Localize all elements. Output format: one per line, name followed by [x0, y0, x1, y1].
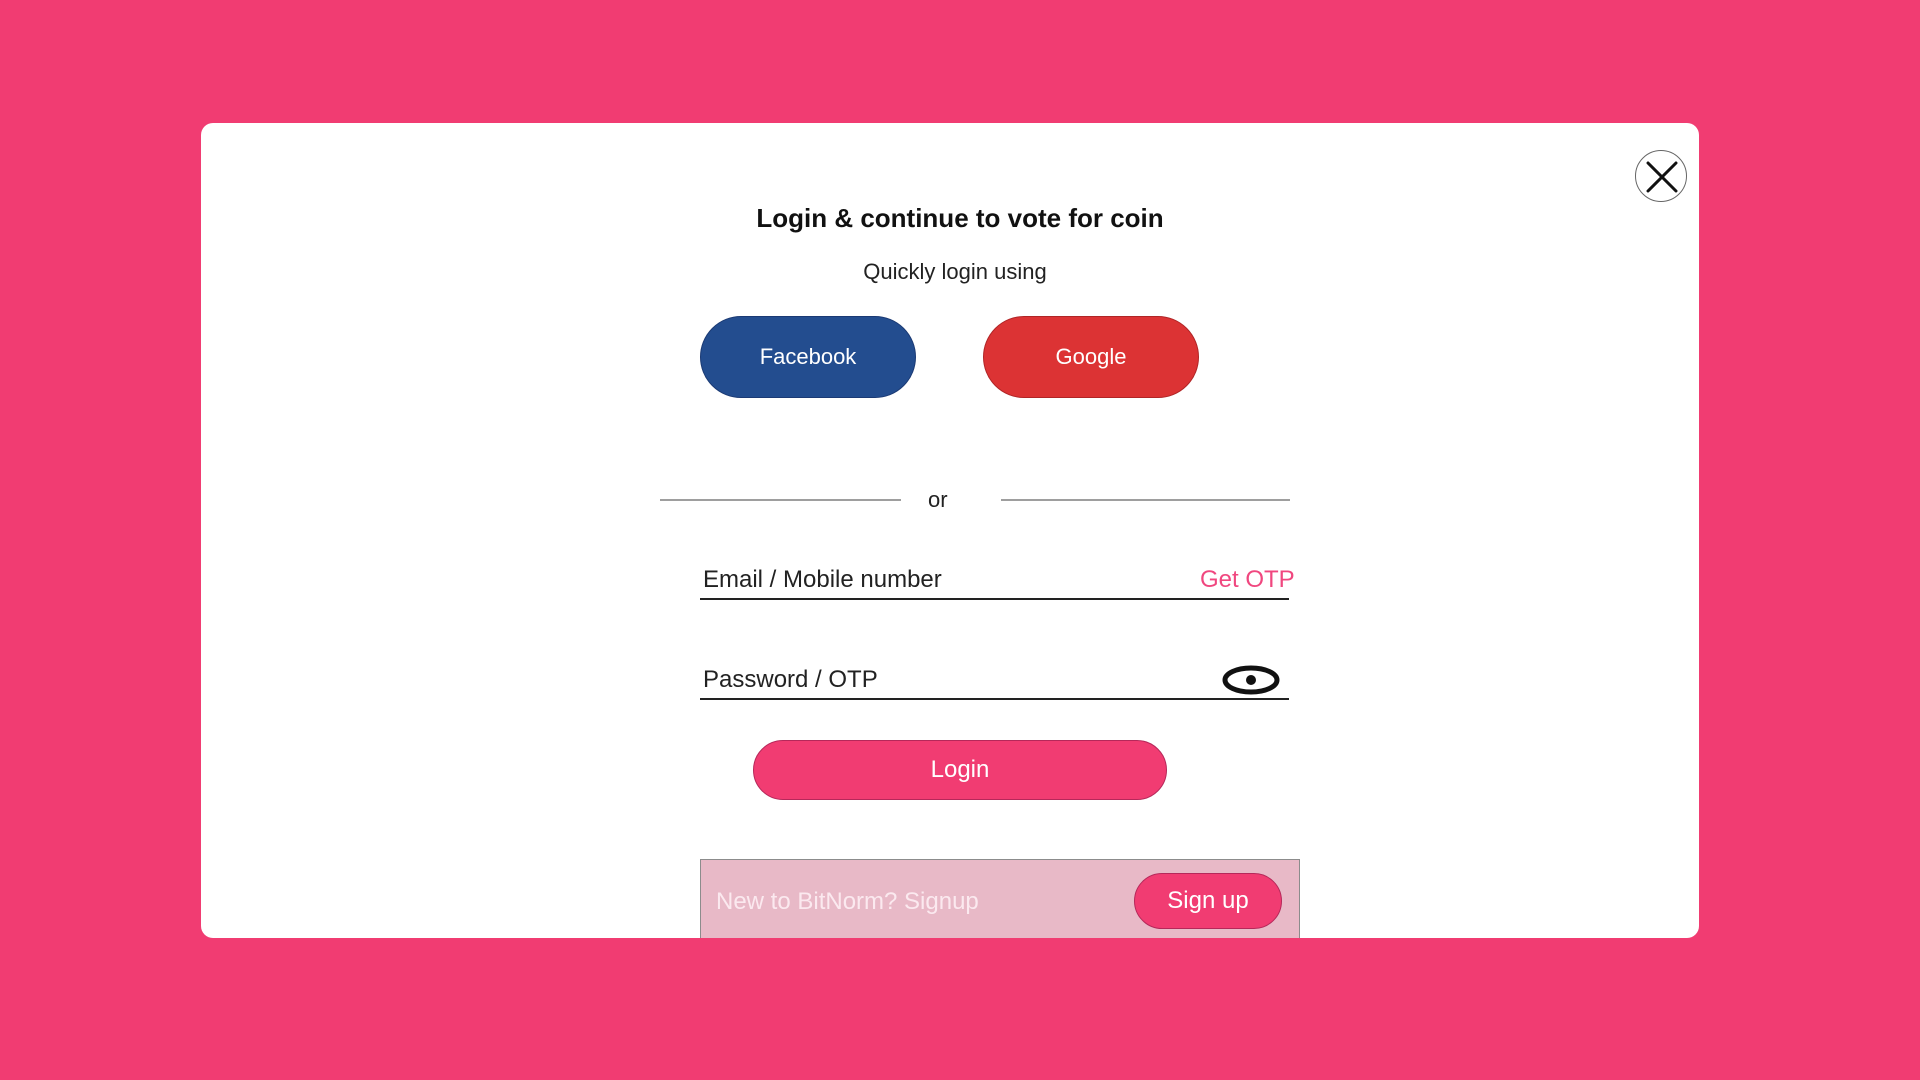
email-field-underline — [700, 598, 1289, 600]
facebook-login-button[interactable]: Facebook — [700, 316, 916, 398]
password-field-label[interactable]: Password / OTP — [703, 666, 878, 694]
close-icon — [1646, 161, 1678, 193]
eye-icon[interactable] — [1222, 663, 1280, 697]
signup-button[interactable]: Sign up — [1134, 873, 1282, 929]
divider-left — [660, 499, 901, 501]
modal-subtitle: Quickly login using — [863, 259, 1047, 284]
signup-prompt: New to BitNorm? Signup — [716, 888, 979, 915]
modal-title: Login & continue to vote for coin — [756, 203, 1164, 233]
email-field-label[interactable]: Email / Mobile number — [703, 566, 942, 594]
google-login-button[interactable]: Google — [983, 316, 1199, 398]
get-otp-link[interactable]: Get OTP — [1200, 566, 1295, 594]
login-button[interactable]: Login — [753, 740, 1167, 800]
divider-right — [1001, 499, 1290, 501]
divider-or-text: or — [928, 487, 948, 512]
page-background: Login & continue to vote for coin Quickl… — [0, 0, 1920, 1080]
password-field-underline — [700, 698, 1289, 700]
login-modal: Login & continue to vote for coin Quickl… — [201, 123, 1699, 938]
close-button[interactable] — [1635, 150, 1687, 202]
signup-bar: New to BitNorm? Signup Sign up — [700, 859, 1300, 938]
